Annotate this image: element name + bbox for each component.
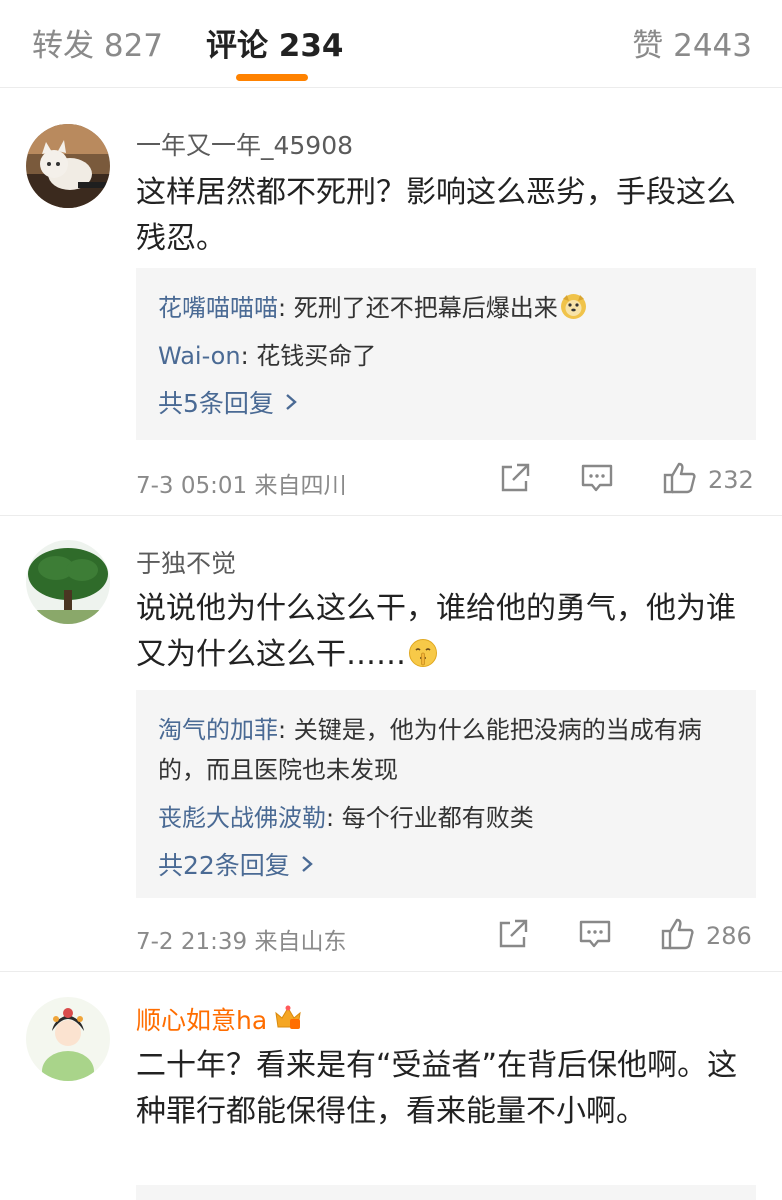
reply-username[interactable]: Wai-on: [158, 342, 241, 370]
comment-icon: [578, 917, 612, 955]
reply-preview-box[interactable]: [136, 1185, 756, 1200]
reply-text: : 花钱买命了: [240, 342, 377, 370]
comment-text: 这样居然都不死刑？影响这么恶劣，手段这么残忍。: [136, 175, 736, 256]
comment-text: 说说他为什么这么干，谁给他的勇气，他为谁又为什么这么干……: [136, 586, 758, 678]
reply-button[interactable]: [578, 916, 612, 956]
princess-avatar[interactable]: [26, 997, 110, 1081]
like-button[interactable]: 286: [660, 916, 752, 956]
comment-username[interactable]: 一年又一年_45908: [136, 126, 353, 162]
view-all-replies-label: 共22条回复: [158, 851, 290, 880]
comment-item: 一年又一年_45908 这样居然都不死刑？影响这么恶劣，手段这么残忍。 花嘴喵喵…: [0, 90, 782, 516]
comment-item: 于独不觉 说说他为什么这么干，谁给他的勇气，他为谁又为什么这么干…… 淘气的加菲…: [0, 518, 782, 972]
comment-text: 二十年？看来是有“受益者”在背后保他啊。这种罪行都能保得住，看来能量不小啊。: [136, 1048, 738, 1129]
comment-tabs-bar: 转发 827 评论 234 赞 2443: [0, 0, 782, 88]
chevron-right-icon: [300, 844, 314, 892]
reply-text: : 每个行业都有败类: [326, 804, 534, 832]
tab-comments[interactable]: 评论 234: [206, 20, 344, 65]
reply-button[interactable]: [580, 460, 614, 500]
view-all-replies-link[interactable]: 共5条回复: [158, 380, 734, 430]
reply-username[interactable]: 淘气的加菲: [158, 716, 278, 744]
comment-username[interactable]: 顺心如意ha: [136, 1001, 303, 1037]
reply-username[interactable]: 花嘴喵喵喵: [158, 294, 278, 322]
share-icon: [496, 917, 530, 955]
comment-username[interactable]: 于独不觉: [136, 544, 236, 580]
like-count: 286: [706, 922, 752, 950]
comment-meta: 7-2 21:39 来自山东: [136, 929, 347, 955]
crown-badge-icon: [273, 1003, 303, 1037]
chevron-right-icon: [284, 382, 298, 430]
tab-likes[interactable]: 赞 2443: [632, 20, 752, 65]
shush-face-emoji: [408, 636, 438, 667]
reply-preview-box[interactable]: 花嘴喵喵喵: 死刑了还不把幕后爆出来 Wai-on: 花钱买命了 共5条回复: [136, 268, 756, 440]
thumbs-up-icon: [660, 916, 696, 956]
comment-item: 顺心如意ha 二十年？看来是有“受益者”在背后保他啊。这种罪行都能保得住，看来能…: [0, 975, 782, 1200]
comment-meta: 7-3 05:01 来自四川: [136, 473, 347, 499]
reply-username[interactable]: 丧彪大战佛波勒: [158, 804, 326, 832]
active-tab-indicator: [236, 74, 308, 81]
reply-text: : 死刑了还不把幕后爆出来: [278, 294, 558, 322]
doge-emoji: [560, 288, 587, 319]
thumbs-up-icon: [662, 460, 698, 500]
reply-item: 淘气的加菲: 关键是，他为什么能把没病的当成有病的，而且医院也未发现: [158, 706, 734, 794]
tab-repost[interactable]: 转发 827: [32, 20, 163, 65]
comment-username-text: 顺心如意ha: [136, 1006, 268, 1035]
reply-item: 丧彪大战佛波勒: 每个行业都有败类: [158, 794, 734, 842]
reply-item: Wai-on: 花钱买命了: [158, 332, 734, 380]
like-button[interactable]: 232: [662, 460, 754, 500]
share-icon: [498, 461, 532, 499]
share-button[interactable]: [496, 916, 530, 956]
view-all-replies-label: 共5条回复: [158, 389, 274, 418]
comment-icon: [580, 461, 614, 499]
reply-item: 花嘴喵喵喵: 死刑了还不把幕后爆出来: [158, 284, 734, 332]
share-button[interactable]: [498, 460, 532, 500]
like-count: 232: [708, 466, 754, 494]
cat-avatar[interactable]: [26, 124, 110, 208]
reply-preview-box[interactable]: 淘气的加菲: 关键是，他为什么能把没病的当成有病的，而且医院也未发现 丧彪大战佛…: [136, 690, 756, 898]
view-all-replies-link[interactable]: 共22条回复: [158, 842, 734, 892]
tree-avatar[interactable]: [26, 540, 110, 624]
